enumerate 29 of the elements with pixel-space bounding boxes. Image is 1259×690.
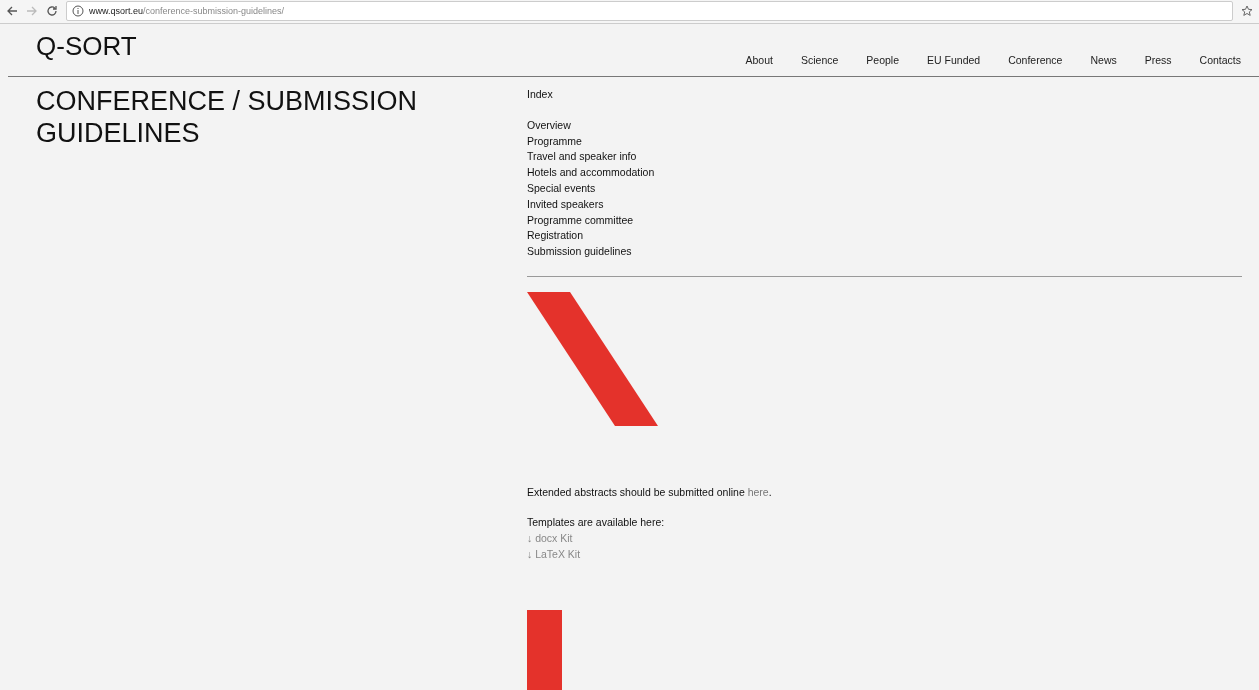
index-heading: Index bbox=[527, 86, 554, 102]
nav-link[interactable]: Science bbox=[800, 53, 839, 66]
index-link[interactable]: Overview bbox=[527, 117, 571, 134]
nav-link[interactable]: Press bbox=[1144, 53, 1172, 66]
index-link[interactable]: Special events bbox=[527, 181, 596, 197]
star-icon[interactable] bbox=[1241, 5, 1253, 18]
reload-icon[interactable] bbox=[46, 5, 58, 18]
nav-link[interactable]: Conference bbox=[1008, 53, 1063, 66]
index-link[interactable]: Submission guidelines bbox=[527, 244, 632, 260]
nav-link[interactable]: Contacts bbox=[1199, 53, 1241, 66]
submission-text: Extended abstracts should be submitted online here. bbox=[527, 485, 773, 500]
address-bar[interactable]: www.qsort.eu/conference-submission-guidelines/ bbox=[66, 1, 1233, 22]
nav-link[interactable]: News bbox=[1090, 53, 1117, 66]
templates-heading: Templates are available here: bbox=[527, 515, 665, 530]
nav-link[interactable]: EU Funded bbox=[927, 53, 981, 66]
here-link[interactable]: here bbox=[747, 486, 769, 498]
nav-link[interactable]: About bbox=[745, 53, 773, 66]
index-link[interactable]: Programme bbox=[527, 133, 582, 150]
page-title: CONFERENCE / SUBMISSION GUIDELINES bbox=[36, 84, 419, 149]
index-link[interactable]: Registration bbox=[527, 228, 584, 245]
index-link[interactable]: Invited speakers bbox=[527, 196, 604, 213]
site-logo[interactable]: Q-SORT bbox=[36, 31, 137, 63]
url-text: www.qsort.eu/conference-submission-guidelines/ bbox=[89, 6, 285, 17]
index-link[interactable]: Programme committee bbox=[527, 212, 634, 229]
index-link[interactable]: Hotels and accommodation bbox=[527, 165, 655, 181]
back-icon[interactable] bbox=[6, 5, 18, 18]
info-icon[interactable] bbox=[72, 5, 84, 18]
index-link[interactable]: Travel and speaker info bbox=[527, 149, 637, 166]
nav-link[interactable]: People bbox=[866, 53, 900, 66]
